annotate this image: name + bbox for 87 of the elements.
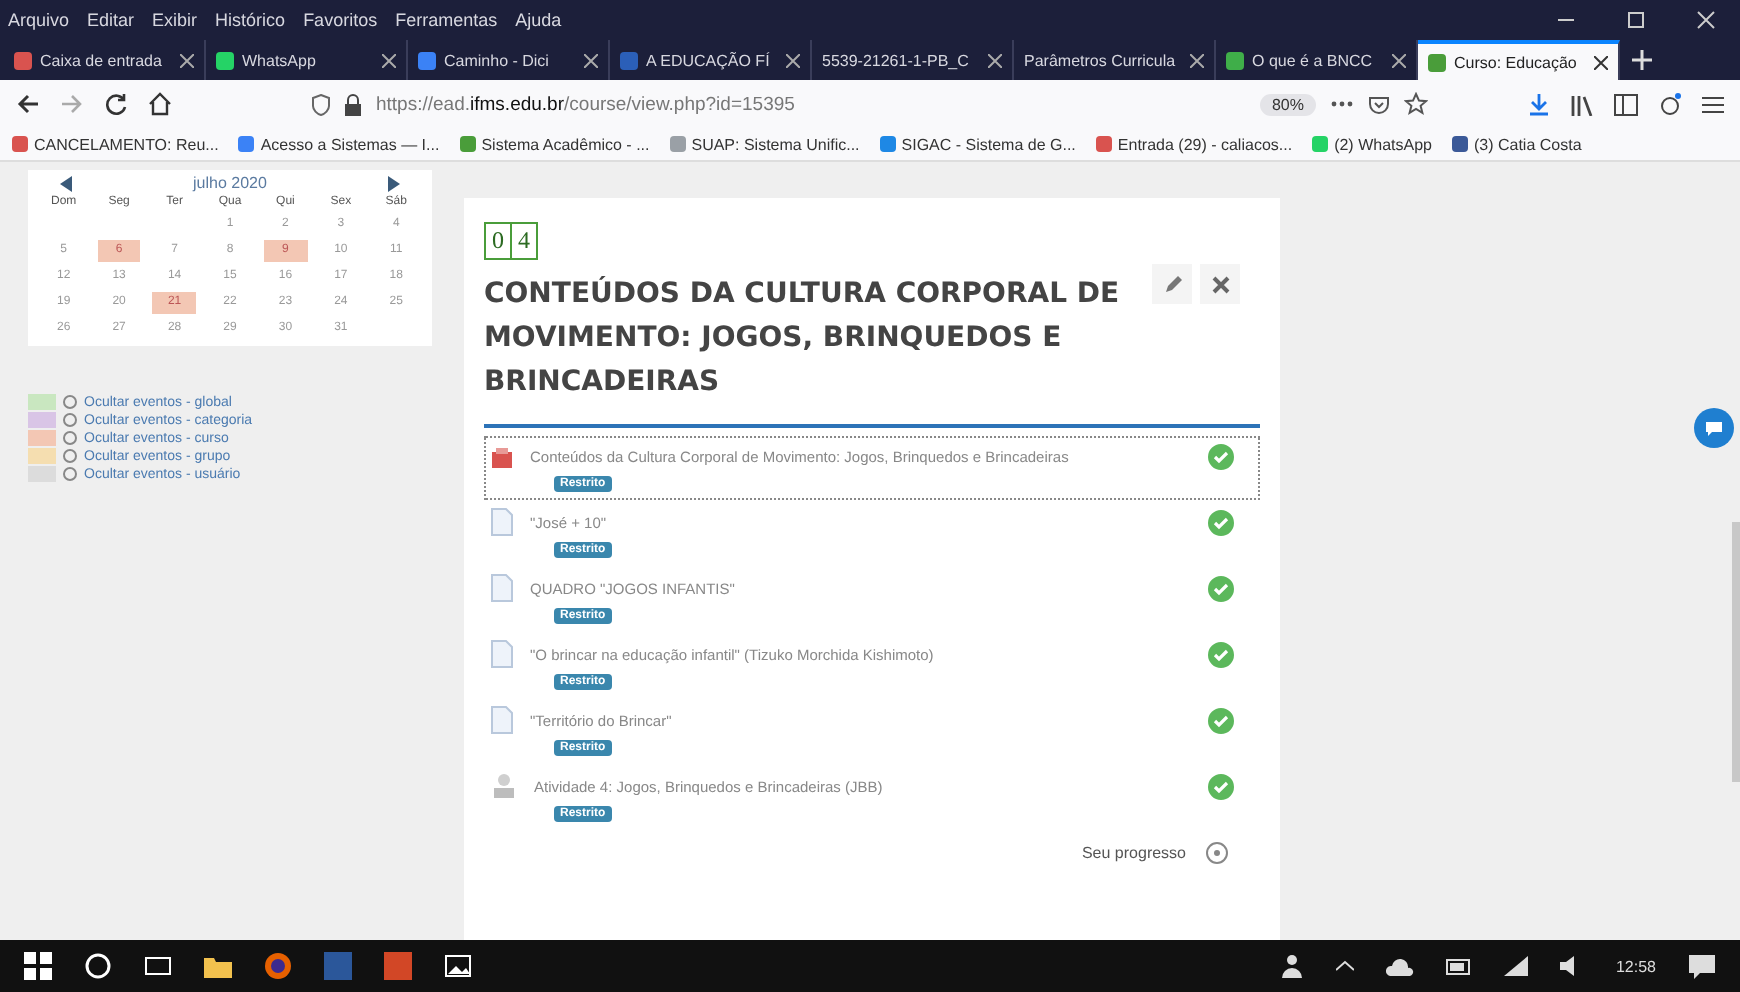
tab-title: 5539-21261-1-PB_C (822, 51, 971, 69)
close-icon[interactable] (1594, 55, 1608, 69)
search-icon[interactable] (84, 952, 112, 980)
close-icon[interactable] (786, 53, 800, 67)
document-icon (490, 706, 514, 734)
close-icon[interactable] (584, 53, 598, 67)
bookmark-item[interactable]: CANCELAMENTO: Reu... (12, 135, 219, 153)
photos-icon[interactable] (444, 952, 472, 980)
menu-item[interactable]: Exibir (152, 10, 198, 30)
stamp-icon (490, 772, 518, 800)
scrollbar-thumb[interactable] (1732, 522, 1740, 782)
document-icon (490, 574, 514, 602)
clock-text[interactable]: 12:58 (1615, 957, 1656, 975)
edit-button[interactable] (1152, 264, 1192, 304)
cloud-icon[interactable] (1385, 957, 1414, 975)
bookmark-item[interactable]: Sistema Acadêmico - ... (459, 135, 650, 153)
url-text: https://ead.ifms.edu.br/course/view.php?id=15395 (376, 93, 795, 115)
notification-icon[interactable] (1688, 953, 1716, 979)
star-icon[interactable] (1404, 92, 1428, 116)
menu-item[interactable]: Ferramentas (395, 10, 498, 30)
bookmark-item[interactable]: SUAP: Sistema Unific... (669, 135, 860, 153)
sidebar-icon[interactable] (1614, 93, 1638, 115)
menu-icon[interactable] (1702, 95, 1724, 113)
section-number-badge: 0 4 (484, 222, 538, 260)
back-icon[interactable] (16, 92, 40, 116)
menu-item[interactable]: Ajuda (515, 10, 562, 30)
completion-check-icon[interactable] (1208, 575, 1234, 601)
pocket-icon[interactable] (1368, 93, 1390, 115)
close-icon[interactable] (1190, 53, 1204, 67)
progress-label: Seu progresso (1081, 844, 1186, 862)
close-icon[interactable] (180, 53, 194, 67)
completion-check-icon[interactable] (1208, 444, 1234, 470)
chevron-up-icon[interactable] (1335, 960, 1354, 972)
battery-icon[interactable] (1445, 957, 1472, 975)
windows-start-icon[interactable] (24, 952, 52, 980)
tab-title: WhatsApp (242, 51, 318, 69)
document-icon (490, 508, 514, 536)
section-title: CONTEÚDOS DA CULTURA CORPORAL DE MOVIMENTO: JOGOS, BRINQUEDOS E BRINCADEIRAS (484, 274, 1122, 402)
browser-tab[interactable]: Curso: Educação (1418, 40, 1620, 80)
reload-icon[interactable] (104, 92, 128, 116)
close-icon[interactable] (988, 53, 1002, 67)
next-month-icon[interactable] (387, 175, 400, 191)
tab-title: Curso: Educação (1454, 53, 1579, 71)
month-title[interactable]: julho 2020 (193, 174, 267, 192)
library-icon[interactable] (1570, 93, 1594, 115)
menu-item[interactable]: Editar (87, 10, 135, 30)
tab-title: Caminho - Dici (444, 51, 551, 69)
bookmark-item[interactable]: (3) Catia Costa (1451, 135, 1582, 153)
document-icon (490, 640, 514, 668)
completion-check-icon[interactable] (1208, 509, 1234, 535)
chat-icon[interactable] (1694, 408, 1734, 448)
person-icon[interactable] (1279, 954, 1304, 978)
more-icon[interactable] (1330, 100, 1354, 108)
help-icon[interactable] (1206, 842, 1228, 864)
tab-title: Caixa de entrada (40, 51, 164, 69)
completion-check-icon[interactable] (1208, 707, 1234, 733)
close-icon (1211, 275, 1229, 293)
home-icon[interactable] (148, 92, 172, 116)
download-icon[interactable] (1528, 92, 1550, 116)
zoom-badge[interactable]: 80% (1259, 93, 1316, 115)
bookmark-item[interactable]: (2) WhatsApp (1312, 135, 1432, 153)
tab-title: Parâmetros Curricula (1024, 51, 1178, 69)
previous-month-icon[interactable] (60, 175, 72, 191)
package-icon (490, 445, 514, 469)
completion-check-icon[interactable] (1208, 773, 1234, 799)
pencil-icon (1163, 275, 1181, 293)
task-view-icon[interactable] (144, 952, 172, 980)
tab-title: A EDUCAÇÃO FÍ (646, 51, 772, 69)
maximize-icon[interactable] (1626, 10, 1646, 30)
bookmark-item[interactable]: SIGAC - Sistema de G... (879, 135, 1076, 153)
menu-item[interactable]: Histórico (215, 10, 286, 30)
menu-item[interactable]: Favoritos (303, 10, 378, 30)
completion-check-icon[interactable] (1208, 641, 1234, 667)
close-icon[interactable] (1392, 53, 1406, 67)
shield-icon (312, 93, 330, 115)
firefox-icon[interactable] (264, 952, 292, 980)
new-tab-icon[interactable] (1632, 50, 1652, 70)
tab-title: O que é a BNCC (1252, 51, 1375, 69)
folder-icon[interactable] (204, 952, 232, 980)
extension-icon[interactable] (1658, 92, 1682, 116)
bookmark-item[interactable]: Acesso a Sistemas — I... (238, 135, 440, 153)
lock-icon (344, 93, 362, 115)
close-icon[interactable] (382, 53, 396, 67)
wifi-icon[interactable] (1503, 956, 1528, 976)
bookmark-item[interactable]: Entrada (29) - caliacos... (1095, 135, 1293, 153)
menu-item[interactable]: Arquivo (8, 10, 70, 30)
close-button[interactable] (1200, 264, 1240, 304)
